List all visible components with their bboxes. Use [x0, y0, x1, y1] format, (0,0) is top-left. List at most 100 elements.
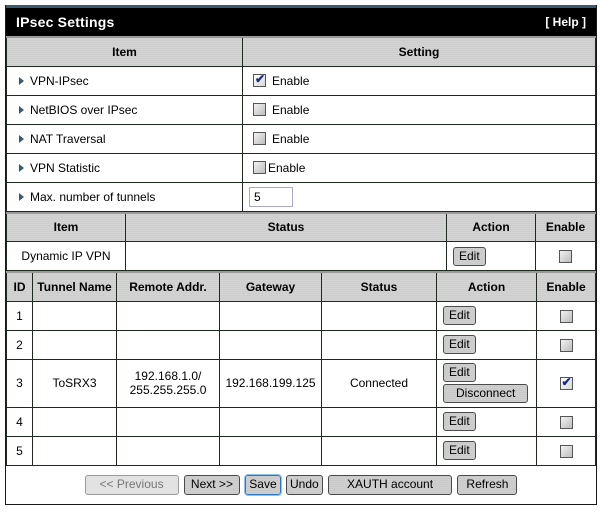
tunnel-row: 3 ToSRX3 192.168.1.0/ 255.255.255.0 192.… — [6, 358, 596, 408]
arrow-right-icon — [19, 135, 24, 144]
next-button[interactable]: Next >> — [183, 474, 240, 495]
tunnel-name — [32, 329, 117, 360]
column-header-gateway: Gateway — [219, 271, 322, 302]
tunnel-gateway — [219, 406, 322, 437]
setting-label: VPN Statistic — [30, 160, 101, 175]
column-header-remote-addr: Remote Addr. — [116, 271, 220, 302]
tunnel-gateway — [219, 300, 322, 331]
tunnel-remote-addr — [116, 329, 220, 360]
tunnel-status — [321, 435, 437, 466]
tunnel-enable-checkbox[interactable] — [559, 444, 573, 458]
column-header-action: Action — [446, 211, 536, 242]
tunnel-status — [321, 300, 437, 331]
column-header-tunnel-name: Tunnel Name — [32, 271, 117, 302]
column-header-enable: Enable — [535, 211, 596, 242]
setting-row-max-tunnels: Max. number of tunnels — [6, 181, 596, 212]
arrow-right-icon — [19, 164, 24, 173]
enable-label: Enable — [272, 73, 310, 88]
netbios-enable-checkbox[interactable] — [253, 103, 266, 117]
max-tunnels-input[interactable] — [249, 186, 293, 207]
column-header-item: Item — [6, 36, 243, 67]
tunnel-enable-checkbox[interactable] — [559, 375, 573, 391]
setting-row-vpn-statistic: VPN Statistic Enable — [6, 152, 596, 183]
column-header-status: Status — [125, 211, 447, 242]
tunnel-edit-button[interactable]: Edit — [443, 363, 476, 382]
remote-addr-mask: 255.255.255.0 — [129, 383, 207, 397]
tunnel-status: Connected — [321, 358, 437, 408]
xauth-account-button[interactable]: XAUTH account — [328, 474, 453, 495]
column-header-id: ID — [6, 271, 33, 302]
tunnel-header-row: ID Tunnel Name Remote Addr. Gateway Stat… — [6, 271, 596, 302]
tunnel-row: 4 Edit — [6, 406, 596, 437]
column-header-setting: Setting — [242, 36, 596, 67]
dynamic-vpn-item: Dynamic IP VPN — [6, 241, 126, 271]
enable-label: Enable — [268, 160, 306, 175]
tunnel-edit-button[interactable]: Edit — [443, 412, 476, 431]
tunnel-row: 1 Edit — [6, 300, 596, 331]
column-header-status: Status — [321, 271, 437, 302]
tunnel-enable-checkbox[interactable] — [559, 309, 573, 323]
settings-table: Item Setting VPN-IPsec Enable NetBIOS ov… — [6, 36, 596, 212]
column-header-item: Item — [6, 211, 126, 242]
setting-row-netbios: NetBIOS over IPsec Enable — [6, 94, 596, 125]
title-bar: IPsec Settings [ Help ] — [6, 5, 596, 36]
tunnel-table: ID Tunnel Name Remote Addr. Gateway Stat… — [6, 271, 596, 466]
tunnel-status — [321, 329, 437, 360]
column-header-action: Action — [436, 271, 537, 302]
arrow-right-icon — [19, 106, 24, 115]
tunnel-name — [32, 435, 117, 466]
dynamic-vpn-table: Item Status Action Enable Dynamic IP VPN… — [6, 211, 596, 271]
tunnel-enable-checkbox[interactable] — [559, 415, 573, 429]
dynamic-header-row: Item Status Action Enable — [6, 211, 596, 242]
tunnel-id: 1 — [6, 300, 33, 331]
tunnel-name — [32, 406, 117, 437]
previous-button[interactable]: << Previous — [84, 474, 179, 495]
tunnel-status — [321, 406, 437, 437]
settings-header-row: Item Setting — [6, 36, 596, 67]
vpn-statistic-enable-checkbox[interactable] — [253, 161, 266, 175]
help-link[interactable]: [ Help ] — [545, 15, 586, 29]
nat-traversal-enable-checkbox[interactable] — [253, 132, 266, 146]
tunnel-row: 2 Edit — [6, 329, 596, 360]
setting-label: VPN-IPsec — [30, 73, 89, 88]
tunnel-gateway — [219, 329, 322, 360]
tunnel-remote-addr — [116, 406, 220, 437]
tunnel-enable-checkbox[interactable] — [559, 338, 573, 352]
tunnel-name — [32, 300, 117, 331]
setting-label: NAT Traversal — [30, 131, 106, 146]
tunnel-id: 3 — [6, 358, 33, 408]
tunnel-remote-addr — [116, 300, 220, 331]
tunnel-id: 4 — [6, 406, 33, 437]
tunnel-id: 5 — [6, 435, 33, 466]
undo-button[interactable]: Undo — [286, 474, 323, 495]
setting-row-nat-traversal: NAT Traversal Enable — [6, 123, 596, 154]
tunnel-id: 2 — [6, 329, 33, 360]
tunnel-edit-button[interactable]: Edit — [443, 441, 476, 460]
dynamic-vpn-row: Dynamic IP VPN Edit — [6, 241, 596, 271]
tunnel-remote-addr: 192.168.1.0/ 255.255.255.0 — [116, 358, 220, 408]
tunnel-disconnect-button[interactable]: Disconnect — [443, 384, 529, 403]
footer-actions: << Previous Next >> Save Undo XAUTH acco… — [6, 466, 596, 504]
page-title: IPsec Settings — [16, 14, 115, 30]
tunnel-row: 5 Edit — [6, 435, 596, 466]
save-button[interactable]: Save — [244, 473, 282, 496]
enable-label: Enable — [272, 102, 310, 117]
dynamic-vpn-enable-checkbox[interactable] — [559, 250, 572, 264]
setting-label: NetBIOS over IPsec — [30, 102, 138, 117]
arrow-right-icon — [19, 193, 24, 202]
column-header-enable: Enable — [536, 271, 596, 302]
setting-label: Max. number of tunnels — [30, 189, 156, 204]
tunnel-remote-addr — [116, 435, 220, 466]
dynamic-vpn-edit-button[interactable]: Edit — [453, 246, 486, 266]
refresh-button[interactable]: Refresh — [457, 474, 518, 495]
setting-row-vpn-ipsec: VPN-IPsec Enable — [6, 65, 596, 96]
tunnel-edit-button[interactable]: Edit — [443, 306, 476, 325]
dynamic-vpn-status — [125, 241, 447, 271]
arrow-right-icon — [19, 77, 24, 86]
tunnel-gateway — [219, 435, 322, 466]
tunnel-edit-button[interactable]: Edit — [443, 335, 476, 354]
vpn-ipsec-enable-checkbox[interactable] — [253, 72, 266, 88]
enable-label: Enable — [272, 131, 310, 146]
ipsec-settings-panel: IPsec Settings [ Help ] Item Setting VPN… — [5, 5, 597, 505]
tunnel-name: ToSRX3 — [32, 358, 117, 408]
